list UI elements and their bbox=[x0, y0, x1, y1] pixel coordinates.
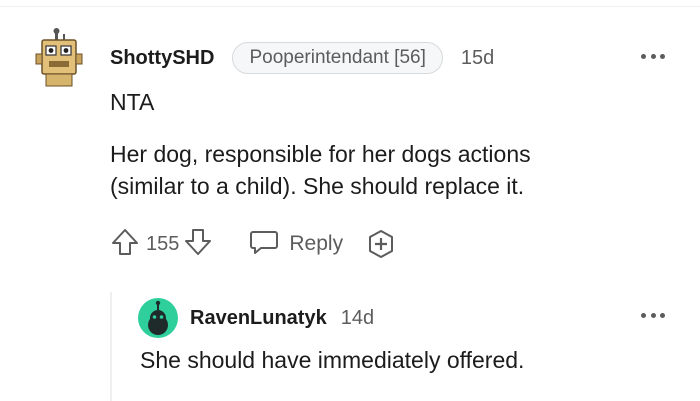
reply-button[interactable]: Reply bbox=[249, 228, 343, 261]
reply-body: She should have immediately offered. bbox=[140, 347, 525, 373]
more-options-icon[interactable] bbox=[641, 54, 665, 60]
reply-username[interactable]: RavenLunatyk bbox=[190, 307, 327, 330]
user-flair: Pooperintendant [56] bbox=[232, 42, 443, 74]
reply-label: Reply bbox=[289, 232, 344, 255]
downvote-icon[interactable] bbox=[183, 227, 213, 262]
comment-header: ShottySHD Pooperintendant [56] 15d bbox=[110, 42, 494, 74]
award-icon[interactable] bbox=[365, 228, 397, 260]
reply-avatar[interactable] bbox=[138, 298, 178, 338]
more-options-icon[interactable] bbox=[641, 313, 665, 319]
thread-line[interactable] bbox=[110, 292, 112, 401]
user-avatar[interactable] bbox=[34, 28, 84, 88]
reply-header: RavenLunatyk 14d bbox=[190, 304, 374, 332]
comment-body-line: Her dog, responsible for her dogs action… bbox=[110, 141, 531, 167]
comment-body-line: NTA bbox=[110, 89, 155, 115]
comment-age: 15d bbox=[460, 46, 495, 69]
upvote-icon[interactable] bbox=[110, 227, 140, 262]
reply-age: 14d bbox=[340, 306, 375, 329]
top-divider bbox=[0, 6, 700, 7]
reply-icon bbox=[249, 228, 279, 261]
comment-actions: 155 Reply bbox=[110, 227, 397, 261]
vote-count: 155 bbox=[146, 232, 180, 255]
comment-body-line: (similar to a child). She should replace… bbox=[110, 173, 525, 199]
comment-username[interactable]: ShottySHD bbox=[110, 47, 214, 70]
